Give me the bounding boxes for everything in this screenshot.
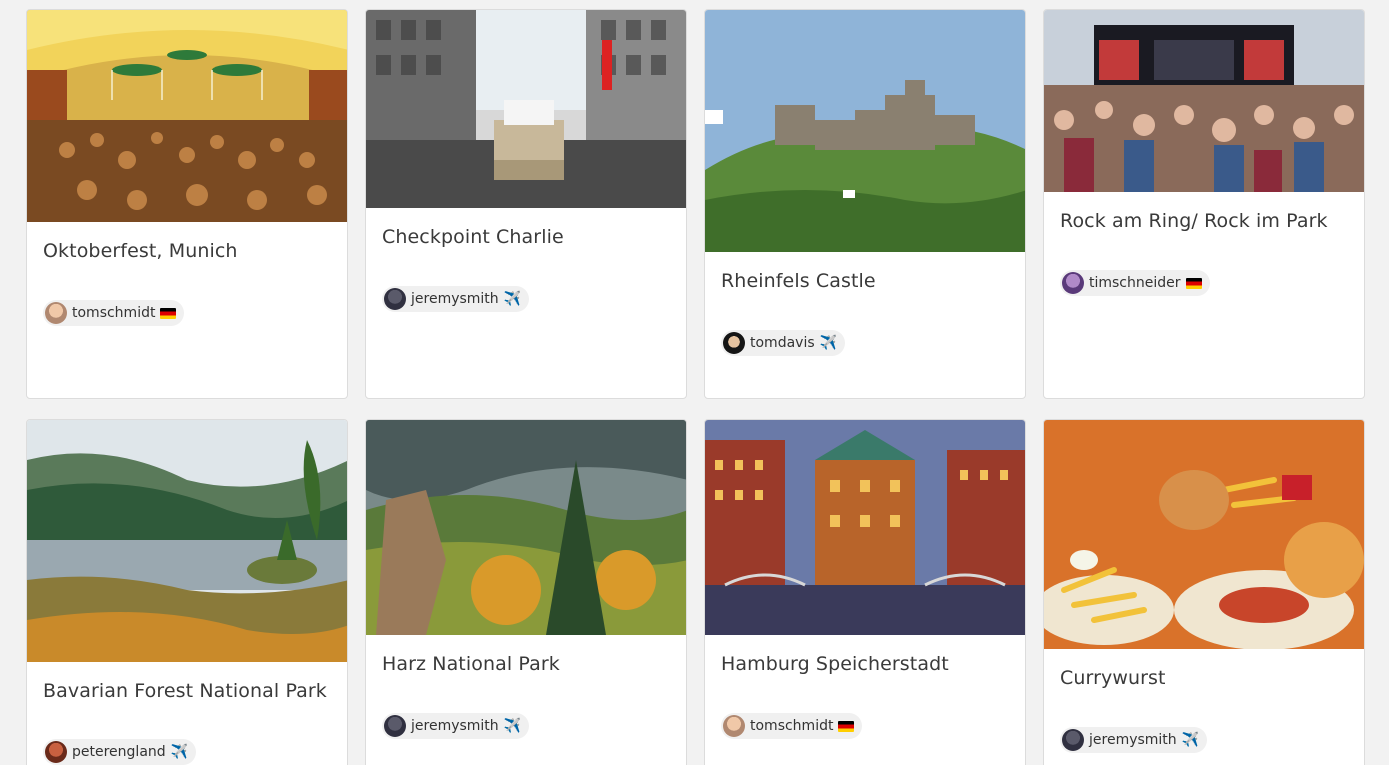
germany-flag-icon <box>838 720 855 732</box>
author-chip[interactable]: jeremysmith ✈️ <box>1060 727 1208 753</box>
card-image <box>27 10 347 222</box>
author-name: peterengland <box>72 744 166 760</box>
avatar <box>723 715 745 737</box>
card-title[interactable]: Checkpoint Charlie <box>382 226 674 248</box>
avatar <box>45 741 67 763</box>
card-title[interactable]: Bavarian Forest National Park <box>43 680 335 702</box>
destination-grid: Oktoberfest, Munich tomschmidt Checkpoin… <box>0 0 1389 765</box>
card-title[interactable]: Harz National Park <box>382 653 674 675</box>
author-chip[interactable]: tomschmidt <box>43 300 185 326</box>
card-title[interactable]: Currywurst <box>1060 667 1352 689</box>
airplane-icon: ✈️ <box>503 718 522 734</box>
destination-card[interactable]: Currywurst jeremysmith ✈️ <box>1043 419 1365 765</box>
destination-card[interactable]: Oktoberfest, Munich tomschmidt <box>26 9 348 399</box>
avatar <box>1062 729 1084 751</box>
author-chip[interactable]: tomschmidt <box>721 713 863 739</box>
card-title[interactable]: Rock am Ring/ Rock im Park <box>1060 210 1352 232</box>
destination-card[interactable]: Rock am Ring/ Rock im Park timschneider <box>1043 9 1365 399</box>
avatar <box>45 302 67 324</box>
airplane-icon: ✈️ <box>503 291 522 307</box>
germany-flag-icon <box>1185 277 1202 289</box>
avatar <box>384 715 406 737</box>
card-image <box>27 420 347 662</box>
card-image <box>366 10 686 208</box>
author-chip[interactable]: jeremysmith ✈️ <box>382 713 530 739</box>
destination-card[interactable]: Harz National Park jeremysmith ✈️ <box>365 419 687 765</box>
card-image <box>705 10 1025 252</box>
avatar <box>384 288 406 310</box>
card-title[interactable]: Hamburg Speicherstadt <box>721 653 1013 675</box>
author-name: tomschmidt <box>750 718 834 734</box>
destination-card[interactable]: Hamburg Speicherstadt tomschmidt <box>704 419 1026 765</box>
author-chip[interactable]: timschneider <box>1060 270 1210 296</box>
author-name: jeremysmith <box>411 291 499 307</box>
card-image <box>1044 420 1364 649</box>
card-image <box>705 420 1025 635</box>
card-title[interactable]: Rheinfels Castle <box>721 270 1013 292</box>
author-name: tomschmidt <box>72 305 156 321</box>
airplane-icon: ✈️ <box>170 744 189 760</box>
destination-card[interactable]: Rheinfels Castle tomdavis ✈️ <box>704 9 1026 399</box>
card-image <box>366 420 686 635</box>
author-name: timschneider <box>1089 275 1181 291</box>
author-name: tomdavis <box>750 335 815 351</box>
author-name: jeremysmith <box>411 718 499 734</box>
destination-card[interactable]: Checkpoint Charlie jeremysmith ✈️ <box>365 9 687 399</box>
destination-card[interactable]: Bavarian Forest National Park peterengla… <box>26 419 348 765</box>
germany-flag-icon <box>160 307 177 319</box>
airplane-icon: ✈️ <box>819 335 838 351</box>
author-chip[interactable]: tomdavis ✈️ <box>721 330 846 356</box>
author-name: jeremysmith <box>1089 732 1177 748</box>
author-chip[interactable]: jeremysmith ✈️ <box>382 286 530 312</box>
airplane-icon: ✈️ <box>1181 732 1200 748</box>
avatar <box>1062 272 1084 294</box>
card-title[interactable]: Oktoberfest, Munich <box>43 240 335 262</box>
author-chip[interactable]: peterengland ✈️ <box>43 739 197 765</box>
card-image <box>1044 10 1364 192</box>
avatar <box>723 332 745 354</box>
